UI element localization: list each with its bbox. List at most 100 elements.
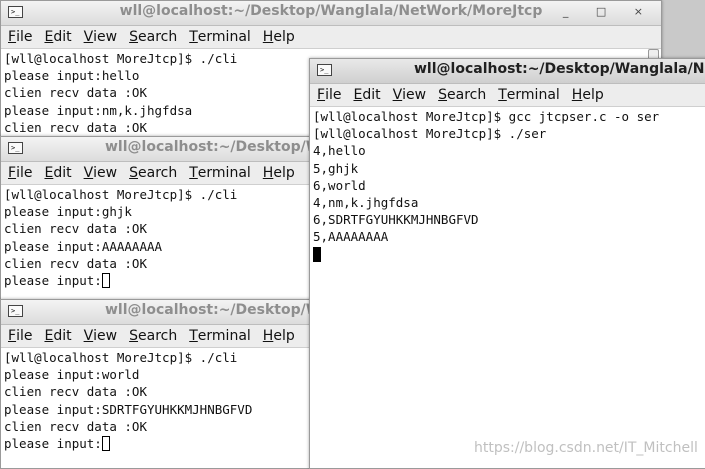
terminal-icon[interactable]: >_ xyxy=(8,142,23,154)
menu-label: earch xyxy=(138,29,178,45)
menu-label: dit xyxy=(53,165,72,181)
terminal-window-client-2[interactable]: >_ wll@localhost:~/Desktop/Wanglala/NetW… xyxy=(0,136,314,303)
menu-edit[interactable]: Edit xyxy=(44,325,71,347)
title-bar[interactable]: >_ wll@localhost:~/Desktop/Wanglala/NetW… xyxy=(1,137,313,162)
terminal-line: [wll@localhost MoreJtcp]$ ./ser xyxy=(313,126,547,142)
menu-label: iew xyxy=(402,87,427,103)
menu-mnemonic: H xyxy=(571,87,583,103)
menu-help[interactable]: Help xyxy=(263,325,295,347)
menu-mnemonic: H xyxy=(262,165,274,181)
menu-help[interactable]: Help xyxy=(263,26,295,48)
menu-help[interactable]: Help xyxy=(263,162,295,184)
menu-label: iew xyxy=(93,328,118,344)
menu-search[interactable]: Search xyxy=(129,162,177,184)
menu-view[interactable]: View xyxy=(84,325,118,347)
menu-mnemonic: F xyxy=(8,165,17,181)
menu-label: earch xyxy=(447,87,487,103)
terminal-line: clien recv data :OK xyxy=(4,255,147,271)
menu-file[interactable]: File xyxy=(8,26,32,48)
terminal-window-client-3[interactable]: >_ wll@localhost:~/Desktop/Wanglala/NetW… xyxy=(0,299,314,469)
menu-mnemonic: F xyxy=(8,328,17,344)
terminal-line: please input:AAAAAAAA xyxy=(4,238,163,254)
menu-label: earch xyxy=(138,328,178,344)
menu-view[interactable]: View xyxy=(84,26,118,48)
menu-mnemonic: V xyxy=(83,165,94,181)
menu-mnemonic: T xyxy=(189,328,198,344)
menu-search[interactable]: Search xyxy=(438,84,486,106)
terminal-icon[interactable]: >_ xyxy=(8,305,23,317)
menu-label: ile xyxy=(16,165,33,181)
text-cursor xyxy=(101,273,110,289)
menu-file[interactable]: File xyxy=(8,325,32,347)
menu-label: erminal xyxy=(197,29,251,45)
menu-terminal[interactable]: Terminal xyxy=(189,325,251,347)
menu-mnemonic: V xyxy=(83,328,94,344)
menu-view[interactable]: View xyxy=(393,84,427,106)
menu-help[interactable]: Help xyxy=(572,84,604,106)
terminal-line: 4,nm,k.jhgfdsa xyxy=(313,195,419,211)
menu-terminal[interactable]: Terminal xyxy=(189,162,251,184)
menu-label: elp xyxy=(273,165,295,181)
terminal-line: [wll@localhost MoreJtcp]$ gcc jtcpser.c … xyxy=(313,109,660,124)
terminal-line: [wll@localhost MoreJtcp]$ ./cli xyxy=(4,187,238,202)
terminal-line: 4,hello xyxy=(313,143,366,159)
terminal-prompt-line: please input: xyxy=(4,272,313,289)
menu-label: dit xyxy=(53,29,72,45)
menu-view[interactable]: View xyxy=(84,162,118,184)
menu-mnemonic: E xyxy=(44,165,54,181)
menu-mnemonic: H xyxy=(262,29,274,45)
terminal-line: please input:ghjk xyxy=(4,204,132,220)
title-bar[interactable]: >_ wll@localhost:~/Desktop/Wanglala/NetW… xyxy=(1,300,313,325)
menu-mnemonic: T xyxy=(498,87,507,103)
menu-bar: File Edit View Search Terminal Help xyxy=(1,26,661,49)
menu-bar: File Edit View Search Terminal Help xyxy=(1,162,313,185)
terminal-line: 6,SDRTFGYUHKKMJHNBGFVD xyxy=(313,212,479,228)
terminal-output[interactable]: [wll@localhost MoreJtcp]$ gcc jtcpser.c … xyxy=(310,107,705,263)
menu-mnemonic: F xyxy=(317,87,326,103)
menu-mnemonic: S xyxy=(129,165,139,181)
terminal-line: [wll@localhost MoreJtcp]$ ./cli xyxy=(4,350,238,365)
terminal-window-server[interactable]: >_ wll@localhost:~/Desktop/Wanglala/NetW… xyxy=(309,58,705,469)
terminal-line: clien recv data :OK xyxy=(4,384,147,400)
menu-edit[interactable]: Edit xyxy=(44,162,71,184)
input-prompt: please input: xyxy=(4,273,102,289)
menu-label: iew xyxy=(93,165,118,181)
menu-file[interactable]: File xyxy=(317,84,341,106)
window-controls[interactable]: _ □ × xyxy=(563,5,655,18)
menu-mnemonic: E xyxy=(44,29,54,45)
menu-label: elp xyxy=(273,328,295,344)
window-title: wll@localhost:~/Desktop/Wanglala/NetWork… xyxy=(105,139,313,155)
desktop-background xyxy=(660,0,705,60)
menu-file[interactable]: File xyxy=(8,162,32,184)
terminal-line: 5,AAAAAAAA xyxy=(313,229,389,245)
menu-label: ile xyxy=(16,29,33,45)
menu-mnemonic: V xyxy=(392,87,403,103)
menu-label: elp xyxy=(582,87,604,103)
terminal-output[interactable]: [wll@localhost MoreJtcp]$ ./cli please in… xyxy=(1,185,313,289)
menu-mnemonic: T xyxy=(189,29,198,45)
input-prompt: please input: xyxy=(4,436,102,452)
menu-label: elp xyxy=(273,29,295,45)
text-cursor xyxy=(313,246,321,262)
menu-edit[interactable]: Edit xyxy=(44,26,71,48)
terminal-line: 5,ghjk xyxy=(313,160,359,176)
window-title: wll@localhost:~/Desktop/Wanglala/NetWork… xyxy=(105,302,313,318)
title-bar[interactable]: >_ wll@localhost:~/Desktop/Wanglala/NetW… xyxy=(1,1,661,26)
menu-edit[interactable]: Edit xyxy=(353,84,380,106)
terminal-icon[interactable]: >_ xyxy=(317,64,332,76)
menu-mnemonic: S xyxy=(129,29,139,45)
watermark: https://blog.csdn.net/IT_Mitchell xyxy=(474,440,698,456)
terminal-line: clien recv data :OK xyxy=(4,418,147,434)
menu-label: erminal xyxy=(506,87,560,103)
title-bar[interactable]: >_ wll@localhost:~/Desktop/Wanglala/NetW… xyxy=(310,59,705,84)
menu-terminal[interactable]: Terminal xyxy=(498,84,560,106)
menu-label: dit xyxy=(362,87,381,103)
menu-search[interactable]: Search xyxy=(129,26,177,48)
menu-mnemonic: T xyxy=(189,165,198,181)
terminal-prompt-line: please input: xyxy=(4,435,313,452)
terminal-output[interactable]: [wll@localhost MoreJtcp]$ ./cli please in… xyxy=(1,348,313,452)
menu-terminal[interactable]: Terminal xyxy=(189,26,251,48)
menu-label: ile xyxy=(16,328,33,344)
menu-search[interactable]: Search xyxy=(129,325,177,347)
menu-mnemonic: H xyxy=(262,328,274,344)
